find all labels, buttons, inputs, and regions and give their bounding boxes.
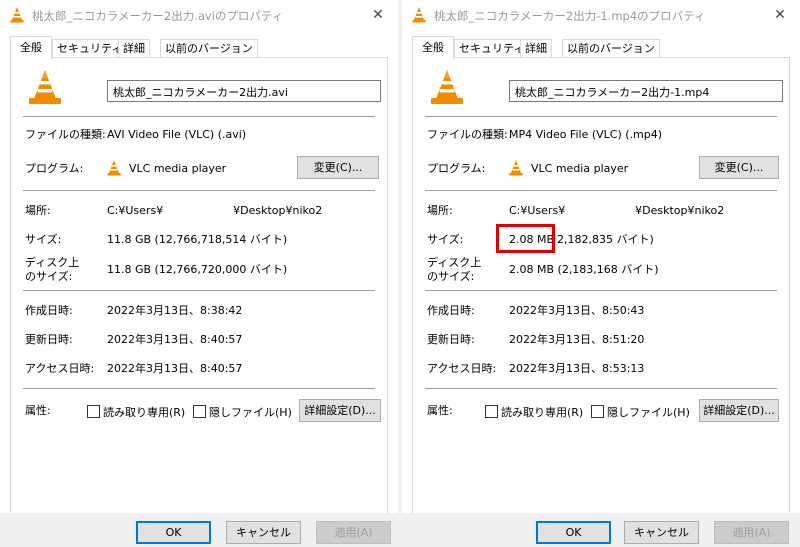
tab-previous-versions[interactable]: 以前のバージョン [562, 39, 660, 58]
location-label: 場所: [427, 204, 453, 217]
vlc-cone-icon [412, 7, 426, 23]
tab-details[interactable]: 詳細 [118, 39, 150, 58]
size-label: サイズ: [25, 233, 62, 246]
modified-value: 2022年3月13日、8:51:20 [509, 333, 645, 346]
filename-field[interactable]: 桃太郎_ニコカラメーカー2出力-1.mp4 [509, 80, 783, 102]
accessed-label: アクセス日時: [427, 362, 497, 375]
program-label: プログラム: [427, 162, 486, 175]
change-program-button[interactable]: 変更(C)... [699, 156, 779, 179]
change-program-button[interactable]: 変更(C)... [297, 156, 379, 179]
created-value: 2022年3月13日、8:50:43 [509, 304, 645, 317]
apply-button[interactable]: 適用(A) [714, 521, 789, 544]
vlc-cone-icon [431, 70, 463, 104]
disk-size-label-line1: ディスク上 [427, 256, 482, 269]
modified-value: 2022年3月13日、8:40:57 [107, 333, 243, 346]
accessed-label: アクセス日時: [25, 362, 95, 375]
close-icon[interactable]: ✕ [770, 5, 790, 25]
created-label: 作成日時: [25, 304, 73, 317]
location-label: 場所: [25, 204, 51, 217]
size-value: 11.8 GB (12,766,718,514 バイト) [107, 233, 288, 246]
title-bar: 桃太郎_ニコカラメーカー2出力-1.mp4のプロパティ ✕ [402, 0, 800, 30]
file-type-value: MP4 Video File (VLC) (.mp4) [509, 128, 663, 141]
modified-label: 更新日時: [25, 333, 73, 346]
program-value: VLC media player [531, 162, 629, 175]
tab-general[interactable]: 全般 [10, 36, 52, 59]
checkbox-box[interactable] [87, 405, 100, 418]
readonly-checkbox-label: 読み取り専用(R) [501, 406, 584, 419]
dialog-footer: OK キャンセル 適用(A) [402, 513, 800, 547]
filename-field[interactable]: 桃太郎_ニコカラメーカー2出力.avi [107, 80, 381, 102]
properties-dialog-mp4: 桃太郎_ニコカラメーカー2出力-1.mp4のプロパティ ✕ 全般 セキュリティ … [402, 0, 800, 547]
red-highlight-box [496, 224, 555, 253]
program-value: VLC media player [129, 162, 227, 175]
divider [425, 388, 777, 389]
window-title: 桃太郎_ニコカラメーカー2出力.aviのプロパティ [32, 9, 284, 23]
size-value-bytes: 2,182,835 バイト) [557, 233, 654, 246]
divider [425, 116, 777, 117]
tab-strip: 全般 セキュリティ 詳細 以前のバージョン [10, 36, 388, 59]
checkbox-box[interactable] [193, 405, 206, 418]
hidden-checkbox[interactable]: 隠しファイル(H) [591, 404, 690, 420]
tab-previous-versions[interactable]: 以前のバージョン [160, 39, 258, 58]
accessed-value: 2022年3月13日、8:40:57 [107, 362, 243, 375]
close-icon[interactable]: ✕ [368, 5, 388, 25]
divider [23, 116, 375, 117]
properties-dialog-avi: 桃太郎_ニコカラメーカー2出力.aviのプロパティ ✕ 全般 セキュリティ 詳細… [0, 0, 398, 547]
ok-button[interactable]: OK [136, 521, 211, 544]
advanced-attributes-button[interactable]: 詳細設定(D)... [699, 399, 779, 422]
divider [23, 290, 375, 291]
tab-security[interactable]: セキュリティ [52, 39, 128, 58]
cancel-button[interactable]: キャンセル [624, 521, 699, 544]
disk-size-label-line2: のサイズ: [427, 270, 475, 283]
vlc-cone-icon [10, 7, 24, 23]
tab-security[interactable]: セキュリティ [454, 39, 530, 58]
title-bar: 桃太郎_ニコカラメーカー2出力.aviのプロパティ ✕ [0, 0, 398, 30]
vlc-cone-icon [29, 70, 61, 104]
disk-size-label-line2: のサイズ: [25, 270, 73, 283]
hidden-checkbox[interactable]: 隠しファイル(H) [193, 404, 292, 420]
disk-size-value: 11.8 GB (12,766,720,000 バイト) [107, 263, 288, 276]
hidden-checkbox-label: 隠しファイル(H) [607, 406, 690, 419]
program-label: プログラム: [25, 162, 84, 175]
checkbox-box[interactable] [591, 405, 604, 418]
file-type-label: ファイルの種類: [25, 128, 106, 141]
size-label: サイズ: [427, 233, 464, 246]
disk-size-label-line1: ディスク上 [25, 256, 80, 269]
file-type-label: ファイルの種類: [427, 128, 508, 141]
general-panel: 桃太郎_ニコカラメーカー2出力-1.mp4 ファイルの種類: MP4 Video… [412, 57, 790, 515]
ok-button[interactable]: OK [536, 521, 611, 544]
advanced-attributes-button[interactable]: 詳細設定(D)... [299, 399, 381, 422]
file-type-value: AVI Video File (VLC) (.avi) [107, 128, 247, 141]
attributes-label: 属性: [427, 404, 453, 417]
hidden-checkbox-label: 隠しファイル(H) [209, 406, 292, 419]
readonly-checkbox-label: 読み取り専用(R) [103, 406, 186, 419]
tab-details[interactable]: 詳細 [520, 39, 552, 58]
cancel-button[interactable]: キャンセル [226, 521, 301, 544]
checkbox-box[interactable] [485, 405, 498, 418]
apply-button[interactable]: 適用(A) [316, 521, 391, 544]
divider [425, 190, 777, 191]
tab-general[interactable]: 全般 [412, 36, 454, 59]
divider [425, 290, 777, 291]
attributes-label: 属性: [25, 404, 51, 417]
tab-strip: 全般 セキュリティ 詳細 以前のバージョン [412, 36, 790, 59]
readonly-checkbox[interactable]: 読み取り専用(R) [87, 404, 185, 420]
created-label: 作成日時: [427, 304, 475, 317]
divider [23, 190, 375, 191]
location-value: C:¥Users¥ ¥Desktop¥niko2 [107, 204, 323, 217]
disk-size-value: 2.08 MB (2,183,168 バイト) [509, 263, 659, 276]
vlc-cone-icon [509, 160, 523, 176]
modified-label: 更新日時: [427, 333, 475, 346]
location-value: C:¥Users¥ ¥Desktop¥niko2 [509, 204, 725, 217]
window-title: 桃太郎_ニコカラメーカー2出力-1.mp4のプロパティ [434, 9, 706, 23]
readonly-checkbox[interactable]: 読み取り専用(R) [485, 404, 583, 420]
divider [23, 388, 375, 389]
created-value: 2022年3月13日、8:38:42 [107, 304, 243, 317]
vlc-cone-icon [107, 160, 121, 176]
dialog-footer: OK キャンセル 適用(A) [0, 513, 398, 547]
general-panel: 桃太郎_ニコカラメーカー2出力.avi ファイルの種類: AVI Video F… [10, 57, 388, 515]
accessed-value: 2022年3月13日、8:53:13 [509, 362, 645, 375]
